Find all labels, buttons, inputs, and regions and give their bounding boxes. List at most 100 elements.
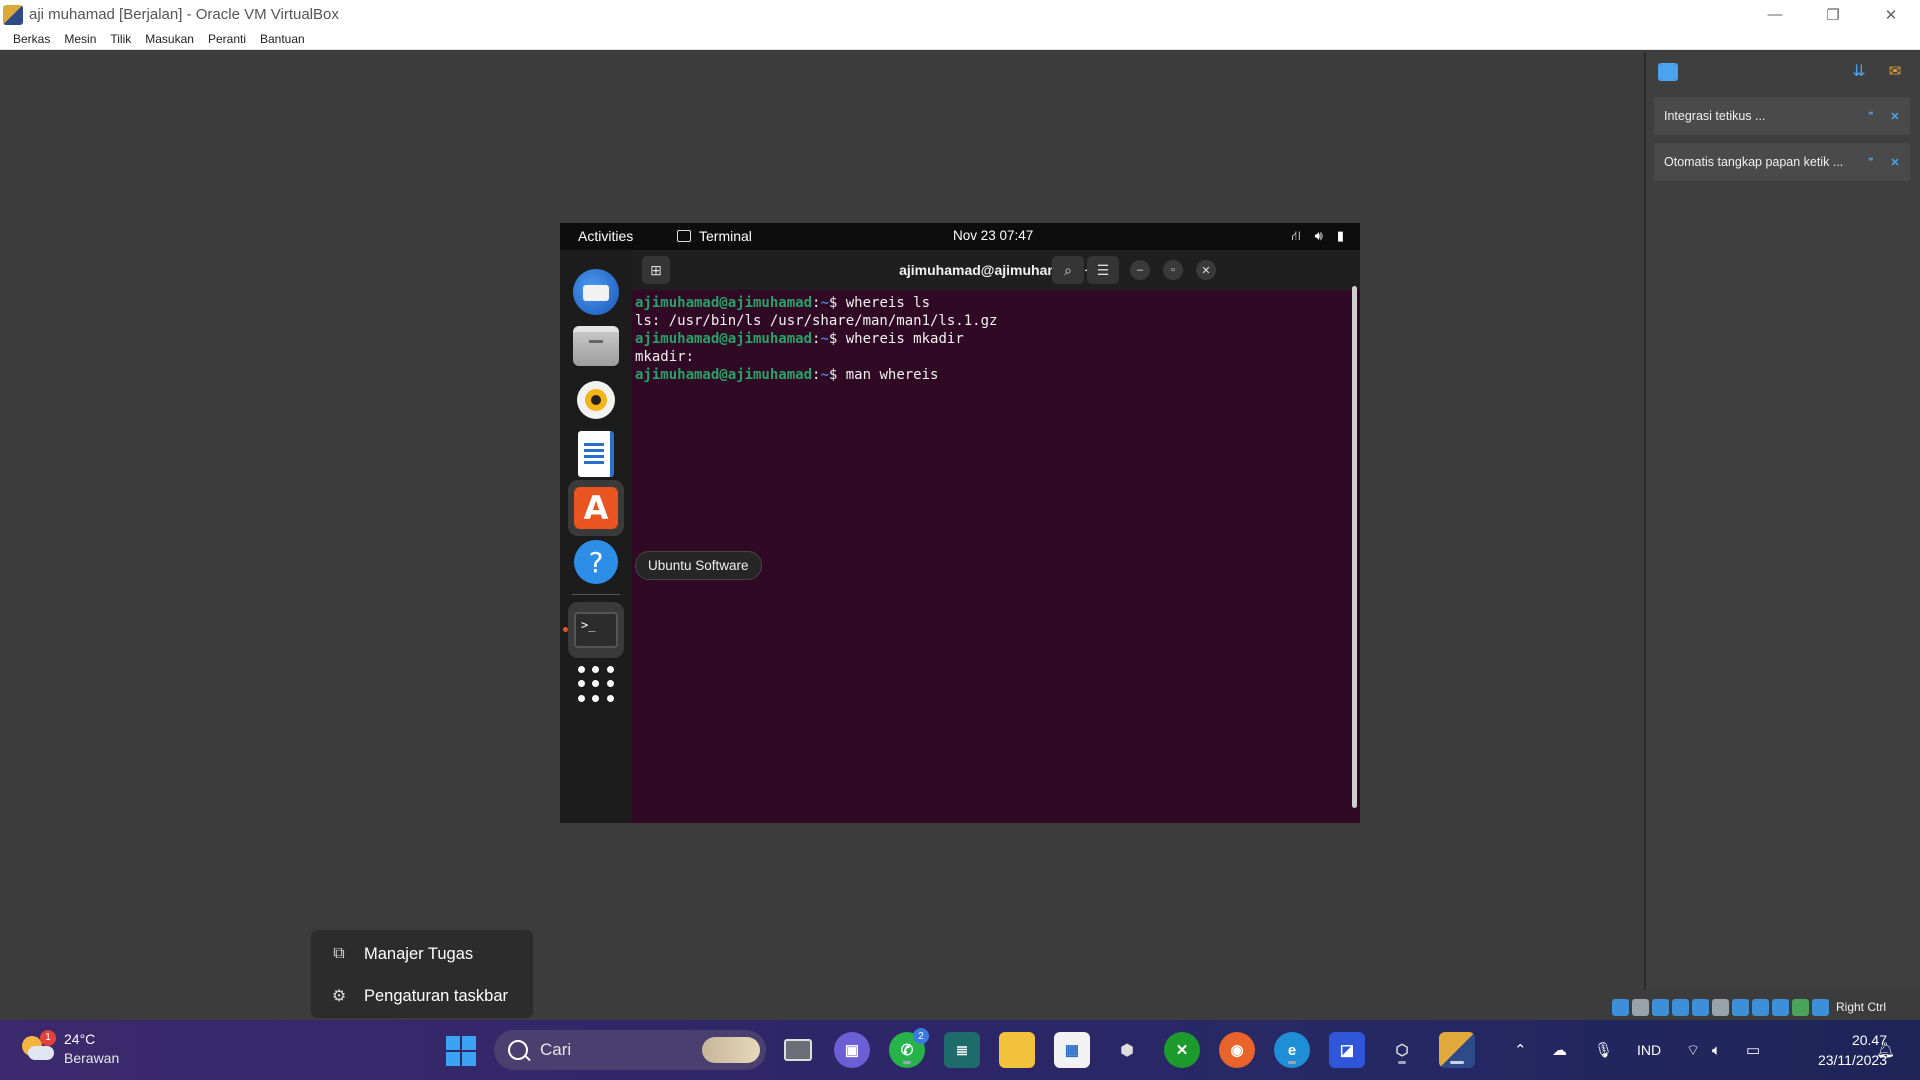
notifications-button[interactable]: 🔔︎ [1876, 1020, 1895, 1080]
notification-keyboard-capture: Otomatis tangkap papan ketik ... ❞ ✕ [1654, 143, 1910, 181]
optical-drive-icon[interactable] [1632, 998, 1649, 1016]
dock-separator [572, 594, 620, 595]
dock-help[interactable]: ? [568, 534, 624, 590]
running-indicator [903, 1061, 911, 1064]
terminal-menu-button[interactable]: ☰ [1087, 256, 1119, 284]
taskbar-clock[interactable]: 20.47 23/11/2023 [1787, 1030, 1887, 1070]
message-center-icon[interactable] [1658, 63, 1678, 81]
restore-button[interactable]: ❐ [1804, 0, 1862, 29]
weather-widget-icon[interactable]: 1 [22, 1030, 56, 1062]
ubuntu-software-icon: A [574, 487, 618, 529]
design-app-icon: ◪ [1339, 1042, 1355, 1059]
language-indicator[interactable]: IND [1637, 1020, 1661, 1080]
close-button[interactable]: ✕ [1862, 0, 1920, 29]
hard-disk-icon[interactable] [1612, 998, 1629, 1016]
bell-icon: 🔔︎ [1876, 1042, 1896, 1059]
wifi-tray[interactable]: ⌔ [1686, 1020, 1700, 1080]
usb-icon[interactable] [1692, 998, 1709, 1016]
taskbar-firefox[interactable]: ◉ [1219, 1032, 1255, 1068]
taskbar-3d-app[interactable]: ⬡ [1384, 1032, 1420, 1068]
menu-berkas[interactable]: Berkas [6, 32, 57, 46]
speaker-icon: 🔈︎ [1712, 1041, 1722, 1059]
hexagon-app-icon: ⬢ [1120, 1042, 1134, 1059]
taskbar-xbox[interactable]: ✕ [1164, 1032, 1200, 1068]
libreoffice-writer-icon [578, 431, 614, 477]
taskbar-edge[interactable]: e [1274, 1032, 1310, 1068]
close-icon[interactable]: ✕ [1888, 110, 1902, 123]
menu-peranti[interactable]: Peranti [201, 32, 253, 46]
dock-tooltip: Ubuntu Software [635, 551, 762, 580]
files-icon [573, 326, 619, 366]
taskbar-microsoft-store[interactable]: ▦ [1054, 1032, 1090, 1068]
cloud-icon: ☁ [1552, 1042, 1567, 1059]
pin-icon[interactable]: ❞ [1864, 157, 1878, 168]
show-hidden-icons-button[interactable]: ⌃ [1514, 1020, 1527, 1080]
menu-tilik[interactable]: Tilik [103, 32, 138, 46]
active-indicator [1450, 1061, 1464, 1064]
taskbar-settings-menu-item[interactable]: ⚙ Pengaturan taskbar [316, 976, 528, 1016]
minimize-button[interactable]: — [1746, 0, 1804, 29]
terminal-scrollbar[interactable] [1352, 286, 1357, 808]
menu-bantuan[interactable]: Bantuan [253, 32, 312, 46]
terminal-window[interactable]: ⊞ ajimuhamad@ajimuhamad: ~ ⌕ ☰ – ▫ ✕ aji… [632, 250, 1360, 823]
cpu-icon[interactable] [1772, 998, 1789, 1016]
close-icon[interactable]: ✕ [1888, 156, 1902, 169]
taskbar-teams[interactable]: ▣ [834, 1032, 870, 1068]
vm-status-bar: Right Ctrl [1612, 996, 1886, 1018]
weather-temperature[interactable]: 24°C [64, 1031, 95, 1047]
display-icon[interactable] [1732, 998, 1749, 1016]
app-menu[interactable]: Terminal [677, 228, 752, 244]
vbox-menu-bar: Berkas Mesin Tilik Masukan Peranti Bantu… [0, 29, 1920, 50]
taskbar-search-box[interactable]: Cari [494, 1030, 766, 1070]
wifi-icon: ⌔ [1686, 1041, 1701, 1059]
sort-icon[interactable]: ⇊ [1850, 63, 1868, 81]
mouse-integration-icon[interactable] [1792, 998, 1809, 1016]
vm-display[interactable]: Activities Terminal Nov 23 07:47 ⛙ 🔊︎ ▮ … [560, 223, 1360, 823]
terminal-line: ajimuhamad@ajimuhamad:~$ whereis ls [635, 295, 931, 311]
taskbar-editor[interactable]: ≣ [944, 1032, 980, 1068]
terminal-search-button[interactable]: ⌕ [1052, 256, 1084, 284]
gnome-clock[interactable]: Nov 23 07:47 [953, 228, 1033, 243]
shared-folder-icon[interactable] [1712, 998, 1729, 1016]
menu-mesin[interactable]: Mesin [57, 32, 103, 46]
terminal-line: ajimuhamad@ajimuhamad:~$ whereis mkadir [635, 331, 964, 347]
taskbar-virtualbox[interactable] [1439, 1032, 1475, 1068]
terminal-close-button[interactable]: ✕ [1196, 260, 1216, 280]
terminal-minimize-button[interactable]: – [1130, 260, 1150, 280]
system-menu[interactable]: ⛙ 🔊︎ ▮ [1292, 228, 1345, 246]
taskbar-app-hexagon[interactable]: ⬢ [1109, 1032, 1145, 1068]
microphone-tray[interactable]: 🎙︎ [1594, 1020, 1613, 1080]
keyboard-capture-icon[interactable] [1812, 998, 1829, 1016]
teams-chat-icon: ▣ [844, 1042, 860, 1059]
running-indicator [563, 627, 568, 632]
dock-files[interactable] [568, 318, 624, 374]
dock-terminal[interactable]: >_ [568, 602, 624, 658]
activities-button[interactable]: Activities [578, 228, 633, 244]
task-manager-menu-item[interactable]: ⧉ Manajer Tugas [316, 934, 528, 974]
battery-icon: ▭ [1746, 1042, 1761, 1059]
firefox-icon: ◉ [1230, 1042, 1244, 1059]
terminal-app-icon [677, 230, 691, 242]
dock-ubuntu-software[interactable]: A [568, 480, 624, 536]
terminal-maximize-button[interactable]: ▫ [1163, 260, 1183, 280]
taskbar-file-explorer[interactable] [999, 1032, 1035, 1068]
taskbar-context-menu: ⧉ Manajer Tugas ⚙ Pengaturan taskbar [310, 929, 534, 1019]
dock-rhythmbox[interactable] [568, 372, 624, 428]
show-apps-button[interactable] [568, 656, 624, 712]
audio-icon[interactable] [1652, 998, 1669, 1016]
pin-icon[interactable]: ❞ [1864, 111, 1878, 122]
weather-condition[interactable]: Berawan [64, 1050, 119, 1066]
volume-tray[interactable]: 🔈︎ [1712, 1020, 1721, 1080]
menu-masukan[interactable]: Masukan [138, 32, 201, 46]
taskbar-whatsapp[interactable]: ✆ 2 [889, 1028, 929, 1068]
network-icon[interactable] [1672, 998, 1689, 1016]
task-view-button[interactable] [780, 1032, 816, 1068]
dock-libreoffice-writer[interactable] [568, 426, 624, 482]
taskbar-app-blue[interactable]: ◪ [1329, 1032, 1365, 1068]
onedrive-tray[interactable]: ☁ [1552, 1020, 1567, 1080]
battery-tray[interactable]: ▭ [1746, 1020, 1760, 1080]
clear-all-icon[interactable]: ✉ [1884, 63, 1906, 81]
start-button[interactable] [446, 1036, 476, 1066]
recording-icon[interactable] [1752, 998, 1769, 1016]
dock-thunderbird[interactable] [568, 264, 624, 320]
